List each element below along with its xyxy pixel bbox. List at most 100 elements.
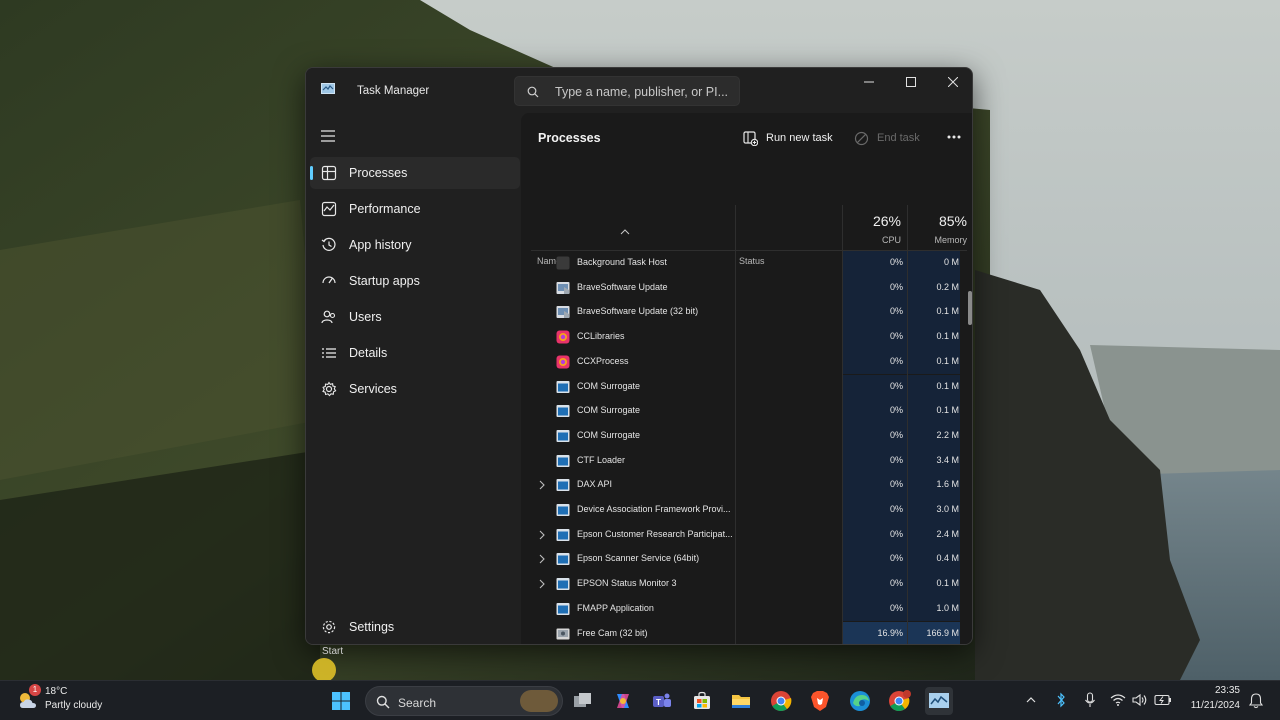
more-options-icon[interactable] <box>941 127 967 147</box>
process-row[interactable]: FMAPP Application 0% 1.0 M <box>521 596 961 622</box>
expand-chevron-icon[interactable] <box>537 530 547 540</box>
nav-item-processes[interactable]: Processes <box>310 157 520 189</box>
process-row[interactable]: COM Surrogate 0% 0.1 M <box>521 399 961 424</box>
minimize-button[interactable] <box>848 68 890 96</box>
process-row[interactable]: COM Surrogate 0% 2.2 M <box>521 423 961 449</box>
column-header-cpu[interactable]: CPU <box>843 235 901 245</box>
close-button[interactable] <box>932 68 972 96</box>
nav-item-app-history[interactable]: App history <box>310 229 520 261</box>
edge-button[interactable] <box>846 687 874 715</box>
nav-label-app-history: App history <box>349 238 412 252</box>
window-icon <box>556 429 570 442</box>
expand-chevron-icon[interactable] <box>537 554 547 564</box>
process-name: Background Task Host <box>577 257 667 267</box>
page-title: Processes <box>538 131 601 145</box>
volume-icon[interactable] <box>1132 693 1148 707</box>
creative-cloud-icon <box>556 330 570 344</box>
task-manager-window: Task Manager Processes Performance App h… <box>305 67 973 645</box>
chrome-profile-button[interactable] <box>886 687 914 715</box>
process-name: BraveSoftware Update <box>577 281 668 292</box>
column-header-memory[interactable]: Memory <box>907 235 967 245</box>
file-explorer-button[interactable] <box>727 687 755 715</box>
sort-ascending-icon[interactable] <box>620 229 630 235</box>
process-name: CCXProcess <box>577 355 629 366</box>
battery-charging-icon[interactable] <box>1154 694 1172 706</box>
run-new-task-button[interactable]: Run new task <box>743 123 833 153</box>
process-cpu: 0% <box>889 281 903 292</box>
memory-total-percent[interactable]: 85% <box>907 213 967 229</box>
window-icon <box>556 405 570 418</box>
process-cpu: 0% <box>889 257 903 267</box>
start-tooltip: Start <box>322 646 344 657</box>
startup-apps-icon <box>322 276 336 284</box>
expand-chevron-icon[interactable] <box>537 579 547 589</box>
cpu-total-percent[interactable]: 26% <box>843 213 901 229</box>
vertical-scrollbar[interactable] <box>968 291 972 325</box>
end-task-button[interactable]: End task <box>854 123 920 153</box>
svg-text:T: T <box>656 698 661 707</box>
copilot-icon <box>617 694 629 708</box>
task-view-button[interactable] <box>569 687 597 715</box>
process-row[interactable]: Epson Scanner Service (64bit) 0% 0.4 M <box>521 547 961 573</box>
mouse-cursor-highlight <box>312 658 336 682</box>
close-icon <box>948 77 958 87</box>
notification-badge: 1 <box>29 684 41 696</box>
process-row[interactable]: DAX API 0% 1.6 M <box>521 473 961 498</box>
app-history-icon <box>321 237 336 251</box>
nav-item-users[interactable]: Users <box>310 301 520 333</box>
run-new-task-label: Run new task <box>766 132 833 144</box>
process-row[interactable]: COM Surrogate 0% 0.1 M <box>521 374 961 400</box>
microphone-icon[interactable] <box>1084 692 1096 708</box>
process-name: CTF Loader <box>577 454 626 465</box>
process-row[interactable]: Device Association Framework Provi... 0% 3… <box>521 498 961 523</box>
nav-item-settings[interactable]: Settings <box>310 611 520 643</box>
search-box[interactable] <box>514 76 740 106</box>
process-cpu: 0% <box>889 380 903 391</box>
notification-bell-icon[interactable] <box>1249 693 1263 709</box>
window-icon <box>556 479 570 492</box>
task-manager-taskbar-button[interactable] <box>925 687 953 715</box>
weather-description[interactable]: Partly cloudy <box>45 700 102 711</box>
teams-button[interactable]: T <box>648 687 676 715</box>
task-manager-app-icon <box>321 83 335 94</box>
nav-item-performance[interactable]: Performance <box>310 193 520 225</box>
hamburger-menu-icon[interactable] <box>318 126 338 146</box>
search-input[interactable] <box>555 82 735 102</box>
expand-chevron-icon[interactable] <box>537 480 547 490</box>
process-memory: 0.1 M <box>936 355 959 366</box>
task-manager-icon <box>929 693 949 708</box>
window-icon <box>556 454 570 467</box>
wifi-icon[interactable] <box>1110 693 1126 707</box>
nav-item-details[interactable]: Details <box>310 337 520 369</box>
taskbar-search[interactable]: Search <box>365 686 563 716</box>
process-row[interactable]: CCLibraries 0% 0.1 M <box>521 325 961 350</box>
process-row[interactable]: EPSON Status Monitor 3 0% 0.1 M <box>521 572 961 597</box>
window-icon <box>556 553 570 566</box>
store-button[interactable] <box>688 687 716 715</box>
chrome-button[interactable] <box>767 687 795 715</box>
process-name: COM Surrogate <box>577 405 641 416</box>
copilot-button[interactable] <box>609 687 637 715</box>
process-list: Background Task Host 0% 0 M BraveSoftware U… <box>521 251 972 644</box>
process-row[interactable]: Background Task Host 0% 0 M <box>521 251 961 276</box>
process-row[interactable]: CCXProcess 0% 0.1 M <box>521 349 961 375</box>
process-row[interactable]: Epson Customer Research Participat... 0% 2… <box>521 522 961 548</box>
nav-item-services[interactable]: Services <box>310 373 520 405</box>
maximize-button[interactable] <box>890 68 932 96</box>
process-row[interactable]: BraveSoftware Update (32 bit) 0% 0.1 M <box>521 300 961 326</box>
weather-temperature[interactable]: 18°C <box>45 686 67 697</box>
brave-update-icon <box>556 306 570 319</box>
brave-button[interactable] <box>806 687 834 715</box>
nav-item-startup-apps[interactable]: Startup apps <box>310 265 520 297</box>
show-hidden-icons-icon[interactable] <box>1026 696 1036 704</box>
start-button[interactable] <box>327 687 355 715</box>
process-row[interactable]: CTF Loader 0% 3.4 M <box>521 448 961 474</box>
window-icon <box>556 504 570 516</box>
clock-date[interactable]: 11/21/2024 <box>1176 700 1240 711</box>
nav-label-users: Users <box>349 310 382 324</box>
process-row[interactable]: BraveSoftware Update 0% 0.2 M <box>521 275 961 301</box>
process-row[interactable]: Free Cam (32 bit) 16.9% 166.9 M <box>521 621 961 644</box>
clock-time[interactable]: 23:35 <box>1176 685 1240 696</box>
edge-icon <box>850 691 870 711</box>
bluetooth-icon[interactable] <box>1056 692 1066 708</box>
